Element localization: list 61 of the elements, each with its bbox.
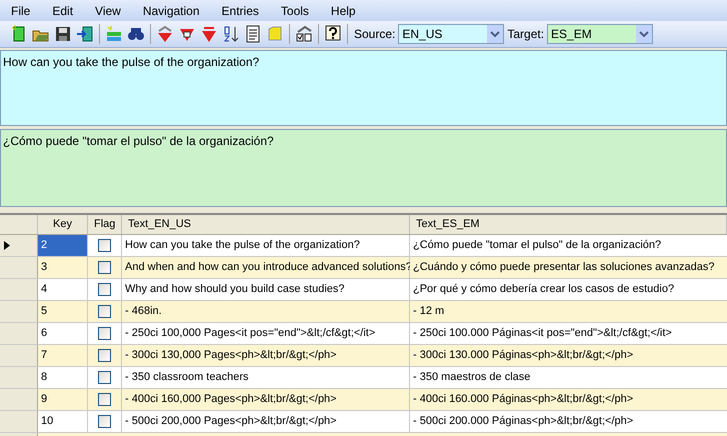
search-icon[interactable] xyxy=(127,25,145,43)
filter-icon[interactable] xyxy=(156,25,174,43)
target-language-dropdown[interactable]: ES_EM xyxy=(547,24,654,44)
menu-item[interactable]: Entries xyxy=(210,2,270,20)
flag-checkbox[interactable] xyxy=(98,239,111,252)
flag-checkbox[interactable] xyxy=(98,283,111,296)
flag-checkbox[interactable] xyxy=(98,349,111,362)
table-cell: And when and how can you introduce advanced solutions? xyxy=(122,257,410,278)
checkbox-settings-icon[interactable] xyxy=(295,25,313,43)
row-header-cell[interactable] xyxy=(0,367,38,388)
sort-icon[interactable] xyxy=(222,25,240,43)
flag-checkbox[interactable] xyxy=(98,305,111,318)
table-cell: ¿Cuándo y cómo puede presentar las soluciones avanzadas? xyxy=(410,257,727,278)
flag-checkbox[interactable] xyxy=(98,261,111,274)
key-cell: 4 xyxy=(38,279,88,300)
table-cell: - 400ci 160,000 Pages<ph>&lt;br/&gt;</ph> xyxy=(122,389,410,410)
menu-item[interactable]: Edit xyxy=(41,2,84,20)
menu-item[interactable]: Help xyxy=(320,2,367,20)
document-icon[interactable] xyxy=(244,25,262,43)
key-cell: 9 xyxy=(38,389,88,410)
chevron-down-icon xyxy=(636,25,652,43)
flag-checkbox[interactable] xyxy=(98,415,111,428)
target-text-area[interactable]: ¿Cómo puede "tomar el pulso" de la organización? xyxy=(0,129,727,207)
column-header[interactable]: Text_EN_US xyxy=(122,215,410,234)
key-cell: 7 xyxy=(38,345,88,366)
target-label: Target: xyxy=(507,26,544,43)
table-cell: - 300ci 130,000 Pages<ph>&lt;br/&gt;</ph> xyxy=(122,345,410,366)
menu-item[interactable]: File xyxy=(0,2,42,20)
flag-checkbox[interactable] xyxy=(98,327,111,340)
flag-checkbox[interactable] xyxy=(98,371,111,384)
filter-icon[interactable] xyxy=(200,25,218,43)
source-text-area[interactable]: How can you take the pulse of the organization? xyxy=(0,50,727,126)
column-header[interactable]: Flag xyxy=(88,215,122,234)
save-icon[interactable] xyxy=(54,25,72,43)
table-cell: Why and how should you build case studies? xyxy=(122,279,410,300)
row-header-cell[interactable] xyxy=(0,345,38,366)
column-header[interactable]: Text_ES_EM xyxy=(410,215,727,234)
row-header-cell[interactable] xyxy=(0,279,38,300)
row-header-cell[interactable] xyxy=(0,411,38,432)
menu-item[interactable]: View xyxy=(84,2,132,20)
row-header-cell[interactable] xyxy=(0,257,38,278)
help-icon[interactable] xyxy=(324,25,342,43)
source-label: Source: xyxy=(354,26,396,43)
flag-checkbox[interactable] xyxy=(98,393,111,406)
table-cell: - 300ci 130.000 Páginas<ph>&lt;br/&gt;</ph> xyxy=(410,345,727,366)
key-cell: 5 xyxy=(38,301,88,322)
row-header-cell[interactable] xyxy=(0,389,38,410)
source-language-dropdown[interactable]: EN_US xyxy=(398,24,504,44)
table-cell: - 400ci 160.000 Páginas<ph>&lt;br/&gt;</ph> xyxy=(410,389,727,410)
key-cell: 3 xyxy=(38,257,88,278)
row-header-cell[interactable] xyxy=(0,323,38,344)
import-icon[interactable] xyxy=(76,25,94,43)
menu-item[interactable]: Tools xyxy=(270,2,320,20)
table-cell: - 468in. xyxy=(122,301,410,322)
key-cell: 2 xyxy=(38,235,88,256)
row-header-cell[interactable] xyxy=(0,301,38,322)
column-header[interactable]: Key xyxy=(38,215,88,234)
row-header-cell[interactable] xyxy=(0,235,38,256)
chevron-down-icon xyxy=(487,25,504,43)
table-cell: - 12 m xyxy=(410,301,727,322)
menu-item[interactable]: Navigation xyxy=(132,2,211,20)
